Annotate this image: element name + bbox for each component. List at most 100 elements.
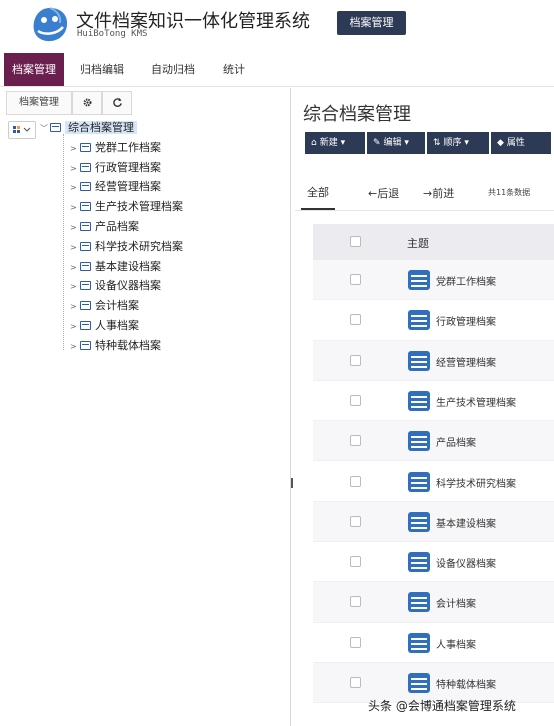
table-row[interactable]: 人事档案 [313, 622, 554, 663]
tree-node-root[interactable]: ﹀ 综合档案管理 [40, 119, 137, 137]
tree-node-child[interactable]: > 党群工作档案 [70, 139, 161, 157]
sidebar-tab-archive[interactable]: 档案管理 [6, 91, 72, 115]
archive-box-icon [408, 390, 430, 411]
chevron-right-icon[interactable]: > [70, 160, 78, 178]
chevron-right-icon[interactable]: > [70, 219, 78, 237]
logo-icon [33, 7, 68, 42]
row-checkbox[interactable] [350, 596, 361, 608]
tree-node-label: 基本建设档案 [95, 259, 161, 273]
table-row[interactable]: 生产技术管理档案 [313, 380, 554, 422]
tree-view-toggle-button[interactable] [8, 121, 36, 139]
archive-box-icon [408, 673, 430, 693]
chevron-down-icon[interactable]: ﹀ [40, 120, 48, 138]
record-count: 共11条数据 [488, 188, 531, 197]
chevron-right-icon[interactable]: > [70, 199, 78, 217]
row-title: 会计档案 [436, 599, 476, 611]
tree-node-child[interactable]: > 生产技术管理档案 [70, 198, 183, 216]
table-row[interactable]: 经营管理档案 [313, 340, 554, 381]
new-button[interactable]: ⌂ 新建 ▾ [305, 132, 365, 154]
back-link[interactable]: ←后退 [368, 185, 399, 201]
chevron-right-icon[interactable]: > [70, 239, 78, 257]
refresh-icon[interactable] [102, 91, 132, 115]
select-all-checkbox[interactable] [350, 236, 361, 247]
nav-item-statistics[interactable]: 统计 [223, 53, 245, 86]
tree-node-child[interactable]: > 行政管理档案 [70, 159, 161, 177]
archive-box-icon [408, 592, 430, 613]
tree-node-child[interactable]: > 会计档案 [70, 297, 139, 315]
table-row[interactable]: 设备仪器档案 [313, 542, 554, 583]
gear-icon[interactable] [72, 91, 102, 115]
tree-node-child[interactable]: > 特种载体档案 [70, 337, 161, 355]
chevron-right-icon[interactable]: > [70, 278, 78, 296]
chevron-right-icon[interactable]: > [70, 140, 78, 158]
archive-box-icon [408, 310, 430, 331]
row-checkbox[interactable] [350, 515, 361, 527]
row-title: 经营管理档案 [436, 357, 496, 369]
row-checkbox[interactable] [350, 677, 361, 688]
tree-node-child[interactable]: > 人事档案 [70, 317, 139, 335]
tree-node-label: 会计档案 [95, 299, 139, 313]
table-row[interactable]: 会计档案 [313, 582, 554, 623]
chevron-right-icon[interactable]: > [70, 259, 78, 277]
folder-icon [80, 261, 91, 271]
panel-splitter[interactable] [291, 468, 294, 496]
chevron-right-icon[interactable]: > [70, 179, 78, 197]
table-row[interactable]: 科学技术研究档案 [313, 461, 554, 502]
sort-button[interactable]: ⇅ 顺序 ▾ [427, 132, 489, 154]
archive-box-icon [408, 350, 430, 371]
tree-node-child[interactable]: > 科学技术研究档案 [70, 238, 183, 256]
chevron-right-icon[interactable]: > [70, 298, 78, 316]
edit-button[interactable]: ✎ 编辑 ▾ [367, 132, 425, 154]
table-row[interactable]: 产品档案 [313, 421, 554, 462]
main-panel: 综合档案管理 ⌂ 新建 ▾ ✎ 编辑 ▾ ⇅ 顺序 ▾ ◆ 属性 全部 ←后退 →前进 … [295, 88, 554, 726]
edit-button-label: 编辑 [383, 138, 402, 148]
row-checkbox[interactable] [350, 314, 361, 326]
tree-node-label: 设备仪器档案 [95, 279, 161, 293]
chevron-right-icon[interactable]: > [70, 338, 78, 356]
table-row[interactable]: 基本建设档案 [313, 501, 554, 543]
tree-node-child[interactable]: > 设备仪器档案 [70, 277, 161, 295]
chevron-right-icon[interactable]: > [70, 318, 78, 336]
row-title: 特种载体档案 [436, 680, 496, 691]
row-checkbox[interactable] [350, 354, 361, 366]
row-checkbox[interactable] [350, 475, 361, 487]
tree-node-child[interactable]: > 基本建设档案 [70, 258, 161, 276]
archive-box-icon [408, 552, 430, 573]
row-title: 党群工作档案 [436, 277, 496, 288]
row-checkbox[interactable] [350, 394, 361, 406]
forward-link[interactable]: →前进 [423, 185, 454, 201]
archive-box-icon [408, 471, 430, 492]
row-checkbox[interactable] [350, 556, 361, 568]
folder-icon [80, 162, 91, 172]
folder-icon [80, 301, 91, 311]
table-row[interactable]: 党群工作档案 [313, 260, 554, 301]
tab-active-indicator [301, 208, 335, 210]
nav-item-auto-archive[interactable]: 自动归档 [151, 53, 195, 86]
folder-icon [80, 142, 91, 152]
tree-node-label: 特种载体档案 [95, 338, 161, 352]
row-checkbox[interactable] [350, 435, 361, 447]
archive-box-icon [408, 431, 430, 452]
top-nav: 档案管理 归档编辑 自动归档 统计 [0, 53, 554, 87]
nav-item-archive-editing[interactable]: 归档编辑 [80, 53, 124, 86]
properties-button[interactable]: ◆ 属性 [491, 132, 551, 154]
table-row[interactable]: 行政管理档案 [313, 300, 554, 341]
folder-icon [80, 241, 91, 251]
new-button-label: 新建 [319, 138, 338, 148]
row-title: 科学技术研究档案 [436, 478, 516, 490]
row-checkbox[interactable] [350, 274, 361, 285]
folder-icon [80, 222, 91, 231]
tab-all[interactable]: 全部 [307, 184, 329, 200]
sort-button-label: 顺序 [443, 138, 462, 148]
tree-node-child[interactable]: > 经营管理档案 [70, 178, 161, 196]
tree-node-label: 经营管理档案 [95, 180, 161, 194]
module-badge[interactable]: 档案管理 [337, 11, 406, 35]
tree-node-label: 科学技术研究档案 [95, 239, 183, 253]
nav-item-archive-management[interactable]: 档案管理 [4, 53, 64, 86]
app-subtitle: HuiBoTong KMS [77, 29, 148, 39]
folder-icon [80, 182, 91, 192]
tree-node-child[interactable]: > 产品档案 [70, 218, 139, 236]
column-header-subject: 主题 [407, 237, 429, 250]
row-checkbox[interactable] [350, 636, 361, 648]
view-subbar: 全部 ←后退 →前进 共11条数据 [295, 175, 554, 211]
